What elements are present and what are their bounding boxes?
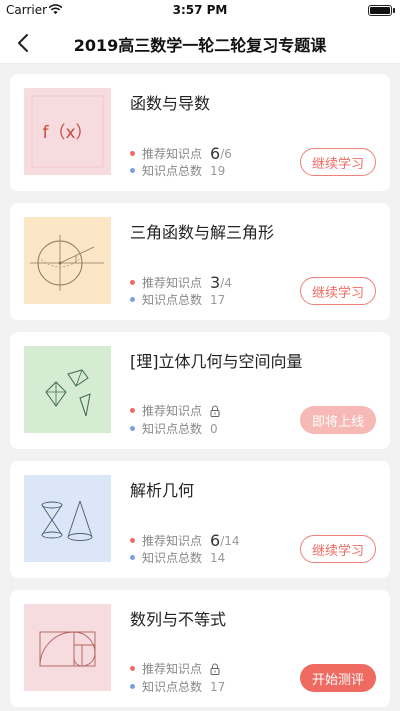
red-dot <box>130 151 135 156</box>
recommended-label: 推荐知识点 <box>142 147 203 161</box>
total-stat: 知识点总数 14 <box>130 549 225 566</box>
total-count: 0 <box>210 421 218 436</box>
cone-icon <box>24 475 111 562</box>
continue-learning-button[interactable]: 继续学习 <box>300 277 376 305</box>
course-thumbnail <box>24 604 111 691</box>
continue-learning-button[interactable]: 继续学习 <box>300 148 376 176</box>
recommended-stat: 推荐知识点 6 /14 <box>130 531 240 550</box>
trig-circle-icon <box>24 217 111 304</box>
course-thumbnail <box>24 475 111 562</box>
recommended-stat: 推荐知识点 <box>130 660 220 677</box>
recommended-stat: 推荐知识点 3 /4 <box>130 273 232 292</box>
course-thumbnail <box>24 217 111 304</box>
recommended-label: 推荐知识点 <box>142 662 203 676</box>
course-title: 数列与不等式 <box>130 610 227 629</box>
total-count: 17 <box>210 292 226 307</box>
polyhedron-icon <box>24 346 111 433</box>
course-thumbnail: f（x） <box>24 88 111 175</box>
recommended-done: 3 <box>210 273 221 292</box>
total-label: 知识点总数 <box>142 680 203 694</box>
blue-dot <box>130 297 135 302</box>
total-label: 知识点总数 <box>142 422 203 436</box>
course-card-analytic-geometry[interactable]: 解析几何 推荐知识点 6 /14 知识点总数 14 继续学习 <box>10 461 390 578</box>
total-count: 14 <box>210 550 226 565</box>
total-count: 17 <box>210 679 226 694</box>
course-title: 解析几何 <box>130 481 195 500</box>
lock-icon <box>210 405 220 417</box>
clock-time: 3:57 PM <box>172 3 228 17</box>
red-dot <box>130 666 135 671</box>
recommended-total: /4 <box>220 275 232 290</box>
lock-icon <box>210 663 220 675</box>
total-stat: 知识点总数 17 <box>130 678 225 695</box>
recommended-done: 6 <box>210 531 221 550</box>
recommended-label: 推荐知识点 <box>142 276 203 290</box>
recommended-label: 推荐知识点 <box>142 534 203 548</box>
blue-dot <box>130 555 135 560</box>
blue-dot <box>130 684 135 689</box>
red-dot <box>130 538 135 543</box>
recommended-label: 推荐知识点 <box>142 404 203 418</box>
golden-spiral-icon <box>24 604 111 691</box>
course-title: 函数与导数 <box>130 94 211 113</box>
total-label: 知识点总数 <box>142 293 203 307</box>
recommended-total: /6 <box>220 146 232 161</box>
course-card-functions[interactable]: f（x） 函数与导数 推荐知识点 6 /6 知识点总数 19 继续学习 <box>10 74 390 191</box>
battery-cap <box>393 8 395 13</box>
status-bar: Carrier 3:57 PM <box>0 0 400 22</box>
course-title: 三角函数与解三角形 <box>130 223 275 242</box>
recommended-stat: 推荐知识点 <box>130 402 220 419</box>
red-dot <box>130 280 135 285</box>
navigation-bar: 2019高三数学一轮二轮复习专题课 <box>0 22 400 64</box>
fx-function-icon: f（x） <box>24 88 111 175</box>
total-label: 知识点总数 <box>142 164 203 178</box>
recommended-done: 6 <box>210 144 221 163</box>
total-label: 知识点总数 <box>142 551 203 565</box>
total-count: 19 <box>210 163 226 178</box>
blue-dot <box>130 168 135 173</box>
course-card-trigonometry[interactable]: 三角函数与解三角形 推荐知识点 3 /4 知识点总数 17 继续学习 <box>10 203 390 320</box>
continue-learning-button[interactable]: 继续学习 <box>300 535 376 563</box>
battery-icon <box>368 5 392 16</box>
red-dot <box>130 408 135 413</box>
recommended-stat: 推荐知识点 6 /6 <box>130 144 232 163</box>
course-card-sequences-inequalities[interactable]: 数列与不等式 推荐知识点 知识点总数 17 开始测评 <box>10 590 390 707</box>
course-thumbnail <box>24 346 111 433</box>
recommended-total: /14 <box>220 533 240 548</box>
fx-label: f（x） <box>42 123 92 143</box>
total-stat: 知识点总数 19 <box>130 162 225 179</box>
blue-dot <box>130 426 135 431</box>
page-title: 2019高三数学一轮二轮复习专题课 <box>73 36 327 55</box>
start-assessment-button[interactable]: 开始测评 <box>300 664 376 692</box>
course-title: [理]立体几何与空间向量 <box>130 352 303 371</box>
coming-soon-button[interactable]: 即将上线 <box>300 406 376 434</box>
total-stat: 知识点总数 17 <box>130 291 225 308</box>
course-card-solid-geometry[interactable]: [理]立体几何与空间向量 推荐知识点 知识点总数 0 即将上线 <box>10 332 390 449</box>
total-stat: 知识点总数 0 <box>130 420 218 437</box>
